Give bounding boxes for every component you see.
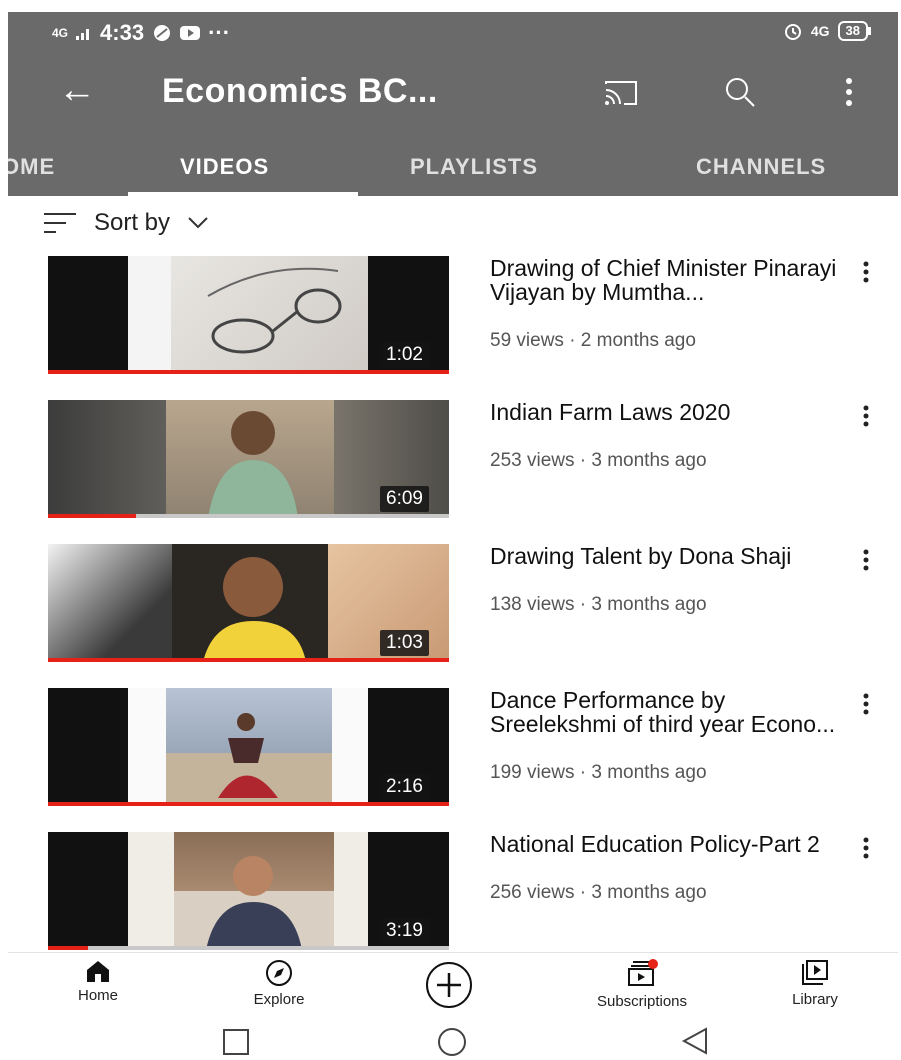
- person-icon: [206, 856, 302, 950]
- watch-progress: [48, 946, 88, 950]
- signal-icon: [76, 29, 90, 40]
- video-duration: 6:09: [380, 486, 429, 512]
- sort-label: Sort by: [94, 209, 171, 236]
- nav-home[interactable]: Home: [60, 959, 136, 1004]
- tab-channels[interactable]: CHANNELS: [696, 154, 826, 180]
- cast-icon[interactable]: [604, 80, 638, 106]
- network-right: 4G: [810, 23, 830, 39]
- compass-icon: [266, 960, 292, 986]
- more-vert-icon[interactable]: [862, 692, 870, 716]
- back-triangle-icon[interactable]: [680, 1026, 710, 1056]
- video-item[interactable]: 1:02 Drawing of Chief Minister Pinarayi …: [48, 256, 898, 376]
- nav-library[interactable]: Library: [778, 959, 852, 1008]
- video-item[interactable]: 1:03 Drawing Talent by Dona Shaji 138 vi…: [48, 544, 898, 664]
- status-bar: 4G 4:33 ··· 4G 38: [8, 12, 898, 54]
- video-thumbnail[interactable]: 1:03: [48, 544, 449, 662]
- video-meta: 253 views · 3 months ago: [490, 450, 707, 471]
- leaf-icon: [154, 25, 171, 41]
- video-duration: 3:19: [380, 918, 429, 944]
- recents-icon[interactable]: [222, 1028, 250, 1056]
- notification-badge: [648, 959, 658, 969]
- sort-control[interactable]: Sort by: [44, 208, 208, 238]
- nav-home-label: Home: [77, 987, 118, 1004]
- chevron-down-icon: [188, 217, 208, 229]
- watch-progress: [48, 370, 449, 374]
- search-icon[interactable]: [724, 76, 756, 108]
- app-bar: ← Economics BC...: [8, 54, 898, 136]
- video-thumbnail[interactable]: 6:09: [48, 400, 449, 518]
- active-tab-indicator: [128, 192, 358, 196]
- video-item[interactable]: 6:09 Indian Farm Laws 2020 253 views · 3…: [48, 400, 898, 520]
- home-icon: [87, 961, 109, 982]
- more-notifications-icon: ···: [208, 20, 231, 45]
- video-item[interactable]: 2:16 Dance Performance by Sreelekshmi of…: [48, 688, 898, 808]
- video-duration: 1:03: [380, 630, 429, 656]
- status-left: 4G 4:33 ···: [52, 20, 230, 46]
- nav-library-label: Library: [792, 991, 838, 1008]
- video-title[interactable]: Drawing Talent by Dona Shaji: [490, 544, 840, 568]
- video-title[interactable]: Drawing of Chief Minister Pinarayi Vijay…: [490, 256, 840, 304]
- video-duration: 1:02: [380, 342, 429, 368]
- more-vert-icon[interactable]: [862, 836, 870, 860]
- video-title[interactable]: Indian Farm Laws 2020: [490, 400, 840, 424]
- channel-tabs: OME VIDEOS PLAYLISTS CHANNELS: [8, 136, 898, 196]
- add-circle-icon: [426, 962, 472, 1008]
- alarm-icon: [784, 24, 801, 40]
- battery-icon: 38: [837, 21, 872, 41]
- video-thumbnail[interactable]: 3:19: [48, 832, 449, 950]
- video-meta: 138 views · 3 months ago: [490, 594, 707, 615]
- tab-videos[interactable]: VIDEOS: [180, 154, 269, 180]
- video-thumbnail[interactable]: 1:02: [48, 256, 449, 374]
- more-vert-icon[interactable]: [844, 76, 854, 108]
- watch-progress: [48, 514, 136, 518]
- system-navigation: [8, 1020, 898, 1060]
- person-icon: [208, 411, 298, 518]
- tab-home[interactable]: OME: [8, 154, 55, 180]
- watch-progress: [48, 658, 449, 662]
- channel-title: Economics BC...: [162, 72, 438, 110]
- video-meta: 256 views · 3 months ago: [490, 882, 707, 903]
- create-button[interactable]: [416, 961, 482, 1013]
- video-duration: 2:16: [380, 774, 429, 800]
- more-vert-icon[interactable]: [862, 260, 870, 284]
- status-time: 4:33: [100, 20, 145, 45]
- video-title[interactable]: National Education Policy-Part 2: [490, 832, 840, 856]
- nav-subscriptions[interactable]: Subscriptions: [564, 959, 720, 1010]
- youtube-notification-icon: [180, 26, 201, 40]
- video-item[interactable]: 3:19 National Education Policy-Part 2 25…: [48, 832, 898, 952]
- more-vert-icon[interactable]: [862, 548, 870, 572]
- status-right: 4G 38: [783, 21, 872, 41]
- nav-explore[interactable]: Explore: [234, 959, 324, 1008]
- video-title[interactable]: Dance Performance by Sreelekshmi of thir…: [490, 688, 840, 736]
- dancer-icon: [218, 713, 278, 798]
- nav-explore-label: Explore: [253, 991, 305, 1008]
- person-icon: [203, 557, 306, 662]
- nav-subscriptions-label: Subscriptions: [596, 993, 688, 1010]
- sort-icon: [44, 213, 76, 233]
- tab-playlists[interactable]: PLAYLISTS: [410, 154, 538, 180]
- sketch-icon: [207, 267, 342, 354]
- video-meta: 59 views · 2 months ago: [490, 330, 696, 351]
- watch-progress: [48, 802, 449, 806]
- arrow-left-icon[interactable]: ←: [58, 68, 96, 112]
- network-indicator: 4G: [52, 26, 69, 40]
- video-thumbnail[interactable]: 2:16: [48, 688, 449, 806]
- more-vert-icon[interactable]: [862, 404, 870, 428]
- home-circle-icon[interactable]: [436, 1026, 468, 1058]
- library-icon: [802, 960, 828, 985]
- bottom-navigation: Home Explore Subscriptions Library: [8, 952, 898, 1021]
- subscriptions-icon: [628, 959, 658, 986]
- video-meta: 199 views · 3 months ago: [490, 762, 707, 783]
